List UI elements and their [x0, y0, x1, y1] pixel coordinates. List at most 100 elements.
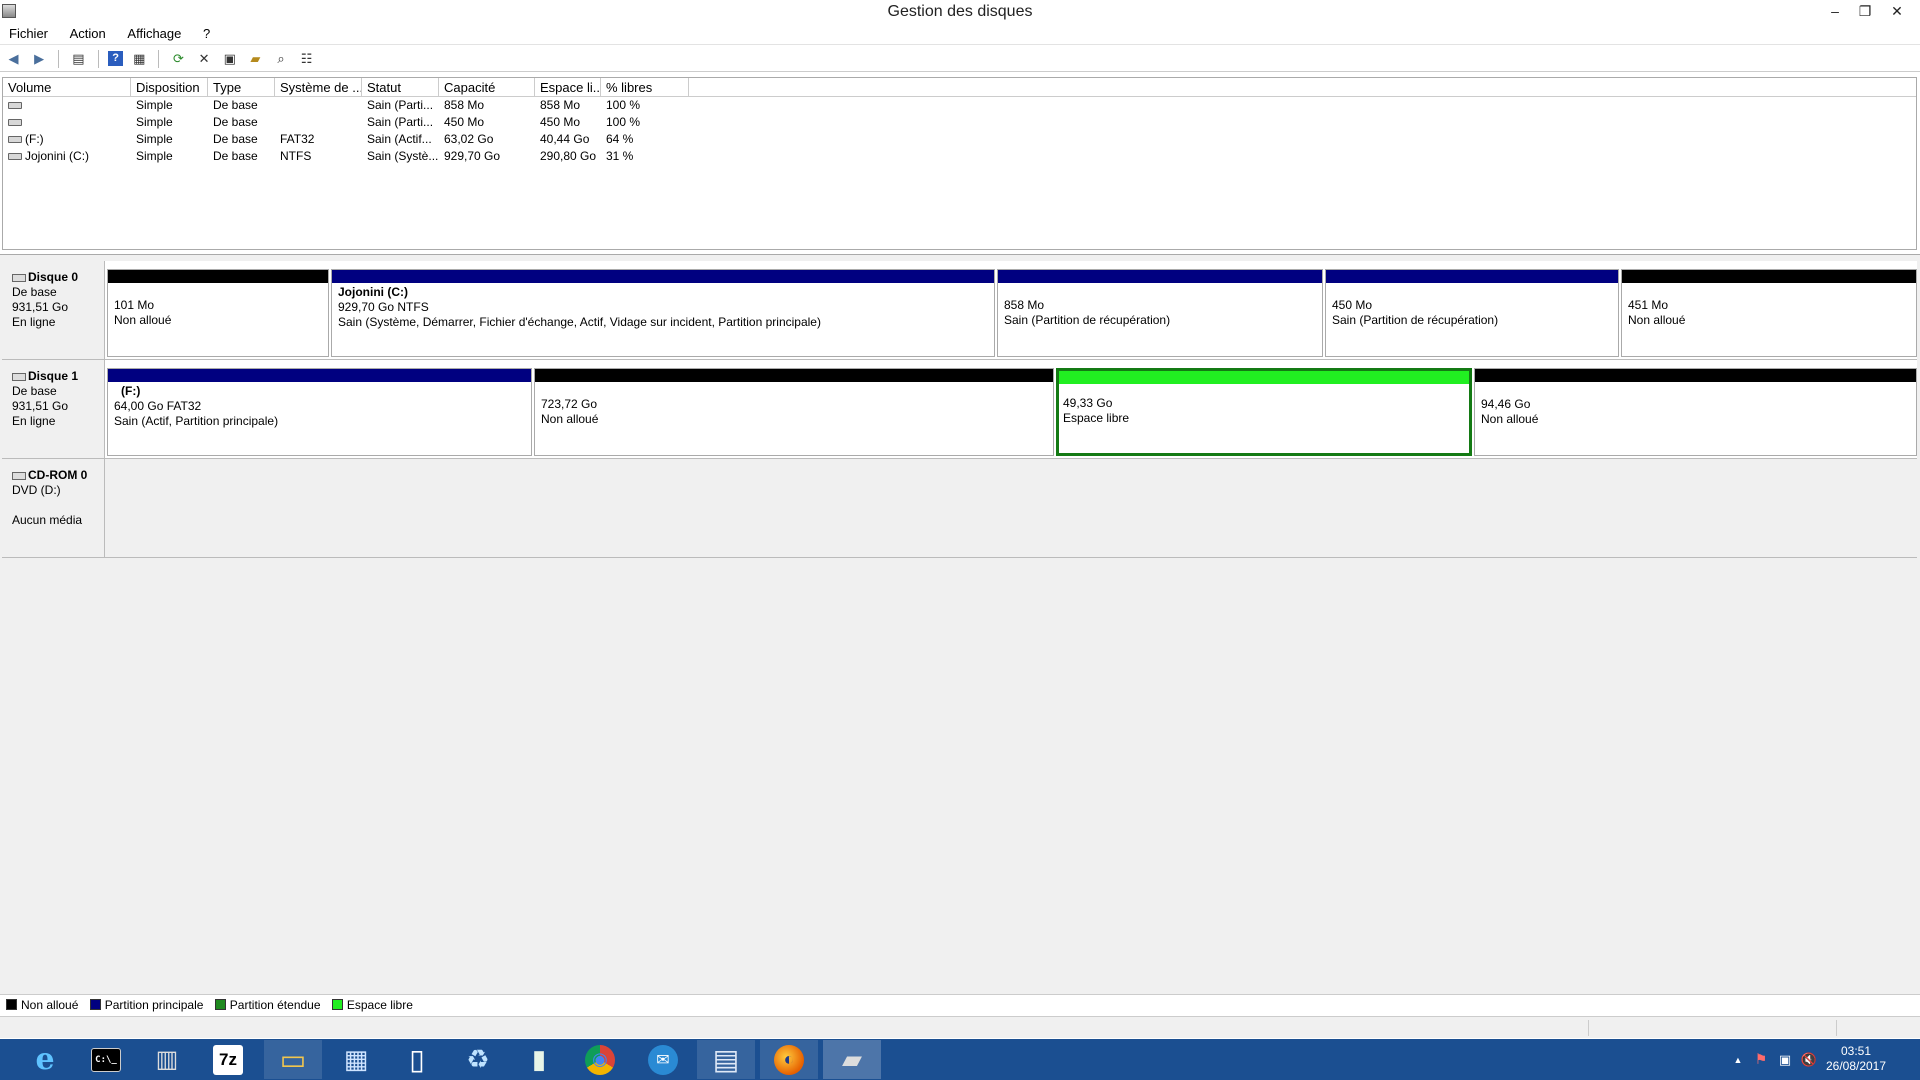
partition-d1-1[interactable]: 723,72 Go Non alloué: [534, 368, 1054, 456]
properties-icon[interactable]: ▣: [220, 49, 239, 68]
taskbar-7zip[interactable]: 7z: [199, 1040, 257, 1079]
settings-icon[interactable]: ☷: [297, 49, 316, 68]
column-espace-libre[interactable]: Espace li...: [535, 78, 601, 96]
taskbar-disk-management[interactable]: ▰: [823, 1040, 881, 1079]
cdrom-drive: DVD (D:): [12, 483, 61, 497]
partition-size: 929,70 Go NTFS: [338, 300, 429, 314]
status-segment: [1836, 1020, 1837, 1036]
minimize-button[interactable]: –: [1820, 0, 1850, 22]
partition-d0-1[interactable]: Jojonini (C:) 929,70 Go NTFS Sain (Systè…: [331, 269, 995, 357]
document-icon: ▯: [409, 1044, 425, 1075]
partition-d0-3[interactable]: 450 Mo Sain (Partition de récupération): [1325, 269, 1619, 357]
cdrom-label[interactable]: CD-ROM 0 DVD (D:) Aucun média: [2, 459, 105, 557]
volume-icon: [8, 153, 22, 161]
taskbar-control-panel[interactable]: ▦: [327, 1040, 385, 1079]
volume-icon: [8, 102, 22, 110]
table-row[interactable]: Jojonini (C:) Simple De base NTFS Sain (…: [3, 148, 1916, 165]
back-arrow-icon[interactable]: ◀: [4, 49, 23, 68]
clock-date: 26/08/2017: [1825, 1059, 1887, 1073]
taskbar-recycle-bin[interactable]: ♻: [449, 1040, 507, 1079]
cell-filesystem: FAT32: [280, 132, 315, 146]
partition-color-bar: [1059, 371, 1469, 384]
command-prompt-icon: C:\_: [91, 1047, 121, 1072]
close-button[interactable]: ✕: [1882, 0, 1912, 22]
cell-filesystem: [275, 97, 362, 114]
taskbar-firefox[interactable]: ◐: [760, 1040, 818, 1079]
legend-item-free: Espace libre: [331, 998, 413, 1012]
table-row[interactable]: Simple De base Sain (Parti... 450 Mo 450…: [3, 114, 1916, 131]
restore-button[interactable]: ❐: [1850, 0, 1880, 22]
volume-icon: [8, 136, 22, 144]
refresh-icon[interactable]: ⟳: [169, 49, 188, 68]
cell-filesystem: [275, 114, 362, 131]
open-icon[interactable]: ▰: [246, 49, 265, 68]
taskbar-internet-explorer[interactable]: e: [16, 1040, 74, 1079]
taskbar-document[interactable]: ▯: [388, 1040, 446, 1079]
toolbar-separator: [158, 50, 160, 68]
partition-d1-0[interactable]: (F:) 64,00 Go FAT32 Sain (Actif, Partiti…: [107, 368, 532, 456]
cell-capacite: 450 Mo: [444, 115, 485, 129]
menu-help[interactable]: ?: [194, 24, 219, 43]
partition-status: Non alloué: [114, 313, 172, 327]
partition-color-bar: [1326, 270, 1618, 283]
console-tree-icon[interactable]: ▤: [69, 49, 88, 68]
partition-d0-0[interactable]: 101 Mo Non alloué: [107, 269, 329, 357]
table-row[interactable]: (F:) Simple De base FAT32 Sain (Actif...…: [3, 131, 1916, 148]
delete-icon[interactable]: ✕: [195, 49, 214, 68]
search-icon[interactable]: ⌕: [272, 49, 291, 68]
column-volume[interactable]: Volume: [3, 78, 131, 96]
taskbar-calculator[interactable]: ▤: [697, 1040, 755, 1079]
disk-label-0[interactable]: Disque 0 De base 931,51 Go En ligne: [2, 261, 105, 359]
menu-action[interactable]: Action: [61, 24, 115, 43]
column-filesystem[interactable]: Système de ...: [275, 78, 362, 96]
partition-status: Non alloué: [1481, 412, 1539, 426]
disk-size: 931,51 Go: [12, 300, 69, 314]
taskbar-command-prompt[interactable]: C:\_: [77, 1040, 135, 1079]
disk-state: En ligne: [12, 315, 56, 329]
cell-espace-libre: 290,80 Go: [540, 149, 597, 163]
cell-pct-libres: 100 %: [606, 98, 641, 112]
partition-d1-2[interactable]: 49,33 Go Espace libre: [1056, 368, 1472, 456]
disk-name: Disque 0: [28, 270, 79, 284]
cell-type: De base: [213, 149, 258, 163]
properties-pane-icon[interactable]: ▦: [130, 49, 149, 68]
file-explorer-icon: ▭: [279, 1044, 307, 1075]
cell-statut: Sain (Systè...: [367, 149, 439, 163]
menu-fichier[interactable]: Fichier: [0, 24, 57, 43]
tray-network-icon[interactable]: ▣: [1776, 1039, 1794, 1080]
taskbar-chrome[interactable]: ◉: [571, 1040, 629, 1079]
cell-capacite: 858 Mo: [444, 98, 485, 112]
cell-type: De base: [213, 115, 258, 129]
7zip-icon: 7z: [213, 1044, 243, 1075]
taskbar-thunderbird[interactable]: ✉: [634, 1040, 692, 1079]
disk-label-1[interactable]: Disque 1 De base 931,51 Go En ligne: [2, 360, 105, 458]
toolbar-separator: [58, 50, 60, 68]
column-statut[interactable]: Statut: [362, 78, 439, 96]
column-capacite[interactable]: Capacité: [439, 78, 535, 96]
hard-disk-icon: [12, 372, 26, 381]
menu-affichage[interactable]: Affichage: [118, 24, 190, 43]
column-disposition[interactable]: Disposition: [131, 78, 208, 96]
help-icon[interactable]: ?: [108, 51, 124, 66]
partition-name: Jojonini (C:): [338, 285, 408, 299]
partition-d1-3[interactable]: 94,46 Go Non alloué: [1474, 368, 1917, 456]
partition-color-bar: [1622, 270, 1916, 283]
table-row[interactable]: Simple De base Sain (Parti... 858 Mo 858…: [3, 97, 1916, 114]
cell-volume: (F:): [25, 132, 44, 146]
tray-show-hidden-icon[interactable]: ▲: [1730, 1039, 1746, 1080]
volume-list-header: Volume Disposition Type Système de ... S…: [3, 78, 1916, 97]
column-pct-libres[interactable]: % libres: [601, 78, 689, 96]
taskbar-tools[interactable]: ▥: [138, 1040, 196, 1079]
calculator-icon: ▤: [712, 1044, 740, 1075]
taskbar-file[interactable]: ▮: [510, 1040, 568, 1079]
tray-flag-icon[interactable]: ⚑: [1752, 1039, 1770, 1080]
taskbar-clock[interactable]: 03:51 26/08/2017: [1816, 1044, 1896, 1074]
partition-d0-4[interactable]: 451 Mo Non alloué: [1621, 269, 1917, 357]
column-type[interactable]: Type: [208, 78, 275, 96]
cdrom-media: Aucun média: [12, 513, 83, 527]
disk-row-1: Disque 1 De base 931,51 Go En ligne (F:)…: [2, 360, 1917, 459]
forward-arrow-icon[interactable]: ▶: [30, 49, 49, 68]
taskbar-file-explorer[interactable]: ▭: [264, 1040, 322, 1079]
partition-color-bar: [1475, 369, 1916, 382]
partition-d0-2[interactable]: 858 Mo Sain (Partition de récupération): [997, 269, 1323, 357]
